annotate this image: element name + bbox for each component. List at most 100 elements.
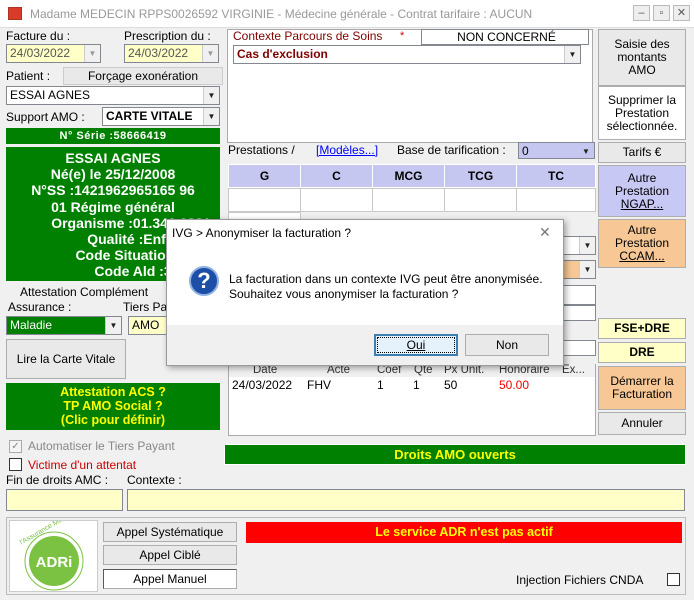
grid-cell[interactable] xyxy=(372,188,445,212)
automatiser-checkbox[interactable]: ✓ xyxy=(9,440,22,453)
autre-prestation-ngap-button[interactable]: Autre Prestation NGAP... xyxy=(598,165,686,217)
injection-label: Injection Fichiers CNDA xyxy=(516,573,644,587)
tarifs-button[interactable]: Tarifs € xyxy=(598,142,686,163)
attestation-acs-button[interactable]: Attestation ACS ? TP AMO Social ? (Clic … xyxy=(6,383,220,430)
prescription-date-field[interactable]: 24/03/2022 ▼ xyxy=(124,44,219,63)
contexte-field[interactable] xyxy=(127,489,685,511)
hidden-select[interactable]: ▼ xyxy=(560,260,596,279)
acs-line: TP AMO Social ? xyxy=(63,399,163,413)
supprimer-prestation-button[interactable]: Supprimer la Prestation sélectionnée. xyxy=(598,86,686,140)
autre-prestation-ccam-button[interactable]: Autre Prestation CCAM... xyxy=(598,219,686,268)
button-label: Appel Systématique xyxy=(116,524,224,539)
grid-header-mcg[interactable]: MCG xyxy=(372,164,445,188)
non-button[interactable]: Non xyxy=(465,334,549,356)
hidden-field[interactable] xyxy=(560,340,596,356)
hidden-field[interactable] xyxy=(560,285,596,305)
grid-header-g[interactable]: G xyxy=(228,164,301,188)
chevron-down-icon[interactable]: ▼ xyxy=(105,317,121,334)
button-line: CCAM... xyxy=(619,249,665,263)
grid-cell[interactable] xyxy=(300,188,373,212)
grid-cell[interactable] xyxy=(228,188,301,212)
button-line: Prestation xyxy=(614,183,670,198)
button-label: Oui xyxy=(406,337,426,352)
modeles-link[interactable]: [Modèles...] xyxy=(316,143,378,157)
card-line: Né(e) le 25/12/2008 xyxy=(50,166,176,183)
card-line: ESSAI AGNES xyxy=(65,150,161,166)
droits-amo-status: Droits AMO ouverts xyxy=(224,444,686,465)
base-tarification-value: 0 xyxy=(522,144,529,158)
dialog-message-line1: La facturation dans un contexte IVG peut… xyxy=(229,272,543,286)
fse-dre-button[interactable]: FSE+DRE xyxy=(598,318,686,339)
chevron-down-icon[interactable]: ▼ xyxy=(203,87,219,104)
demarrer-facturation-button[interactable]: Démarrer la Facturation xyxy=(598,366,686,410)
act-qte: 1 xyxy=(413,378,420,392)
grid-header-tcg[interactable]: TCG xyxy=(444,164,517,188)
facture-date-field[interactable]: 24/03/2022 ▼ xyxy=(6,44,101,63)
exclusion-value: Cas d'exclusion xyxy=(237,47,328,61)
chevron-down-icon[interactable]: ▼ xyxy=(579,237,595,254)
parcours-label: Contexte Parcours de Soins xyxy=(233,29,383,43)
hidden-select[interactable]: ▼ xyxy=(560,236,596,255)
support-amo-label: Support AMO : xyxy=(6,110,85,124)
injection-checkbox[interactable] xyxy=(667,573,680,586)
close-icon[interactable]: ✕ xyxy=(539,224,551,241)
window-title: Madame MEDECIN RPPS0026592 VIRGINIE - Mé… xyxy=(30,7,533,21)
restore-icon[interactable]: ▫ xyxy=(653,5,670,21)
adri-logo-text: ADRi xyxy=(36,554,73,571)
appel-cible-button[interactable]: Appel Ciblé xyxy=(103,545,237,565)
prescription-label: Prescription du : xyxy=(124,29,211,43)
button-line: Prestation xyxy=(614,105,670,120)
patient-name-value: ESSAI AGNES xyxy=(10,88,91,102)
grid-header-tc[interactable]: TC xyxy=(516,164,596,188)
victime-checkbox[interactable] xyxy=(9,458,22,471)
contexte-label: Contexte : xyxy=(127,473,182,487)
app-icon xyxy=(8,7,22,20)
annuler-button[interactable]: Annuler xyxy=(598,412,686,435)
act-honoraire: 50.00 xyxy=(499,378,530,392)
support-amo-select[interactable]: CARTE VITALE ▼ xyxy=(102,107,220,126)
facture-date-value: 24/03/2022 xyxy=(10,46,71,60)
chevron-down-icon[interactable]: ▼ xyxy=(579,261,595,278)
appel-manuel-button[interactable]: Appel Manuel xyxy=(103,569,237,589)
minimize-icon[interactable]: – xyxy=(633,5,650,21)
fin-droits-field[interactable] xyxy=(6,489,123,511)
adr-status-banner: Le service ADR n'est pas actif xyxy=(246,522,682,543)
patient-select[interactable]: ESSAI AGNES ▼ xyxy=(6,86,220,105)
chevron-down-icon[interactable]: ▼ xyxy=(84,45,100,62)
saisie-montants-button[interactable]: Saisie des montants AMO xyxy=(598,29,686,86)
fin-droits-label: Fin de droits AMC : xyxy=(6,473,109,487)
close-icon[interactable]: ✕ xyxy=(673,5,690,21)
dre-button[interactable]: DRE xyxy=(598,342,686,363)
grid-header-c[interactable]: C xyxy=(300,164,373,188)
non-concerne-field[interactable]: NON CONCERNÉ xyxy=(421,29,589,45)
button-line: sélectionnée. xyxy=(606,118,678,133)
chevron-down-icon[interactable]: ▼ xyxy=(564,46,580,63)
acs-line: (Clic pour définir) xyxy=(60,413,166,427)
table-row[interactable]: 24/03/2022 FHV 1 1 50 50.00 xyxy=(229,377,595,393)
base-tarification-label: Base de tarification : xyxy=(397,143,506,157)
grid-cell[interactable] xyxy=(516,188,596,212)
base-tarification-select[interactable]: 0 ▼ xyxy=(518,142,595,159)
dialog-title: IVG > Anonymiser la facturation ? xyxy=(172,226,352,240)
assurance-select[interactable]: Maladie ▼ xyxy=(6,316,122,335)
prestations-label: Prestations / xyxy=(228,143,295,157)
exclusion-select[interactable]: Cas d'exclusion ▼ xyxy=(233,45,581,64)
acs-line: Attestation ACS ? xyxy=(60,385,166,399)
chevron-down-icon[interactable]: ▼ xyxy=(202,45,218,62)
question-icon: ? xyxy=(189,266,219,296)
chevron-down-icon[interactable]: ▼ xyxy=(578,143,594,158)
appel-systematique-button[interactable]: Appel Systématique xyxy=(103,522,237,542)
acts-col-ex[interactable]: Ex... xyxy=(562,364,585,376)
lire-carte-vitale-button[interactable]: Lire la Carte Vitale xyxy=(6,339,126,379)
attestation-label: Attestation Complément xyxy=(20,285,149,299)
automatiser-label: Automatiser le Tiers Payant xyxy=(28,439,175,453)
act-px: 50 xyxy=(444,378,458,392)
oui-button[interactable]: Oui xyxy=(374,334,458,356)
forcage-exoneration-button[interactable]: Forçage exonération xyxy=(63,67,223,85)
chevron-down-icon[interactable]: ▼ xyxy=(203,108,219,125)
victime-label: Victime d'un attentat xyxy=(28,458,137,472)
tiers-payant-field[interactable]: AMO xyxy=(128,316,168,335)
grid-cell[interactable] xyxy=(444,188,517,212)
hidden-field[interactable] xyxy=(560,305,596,321)
card-line: N°SS :1421962965165 96 xyxy=(31,182,195,199)
